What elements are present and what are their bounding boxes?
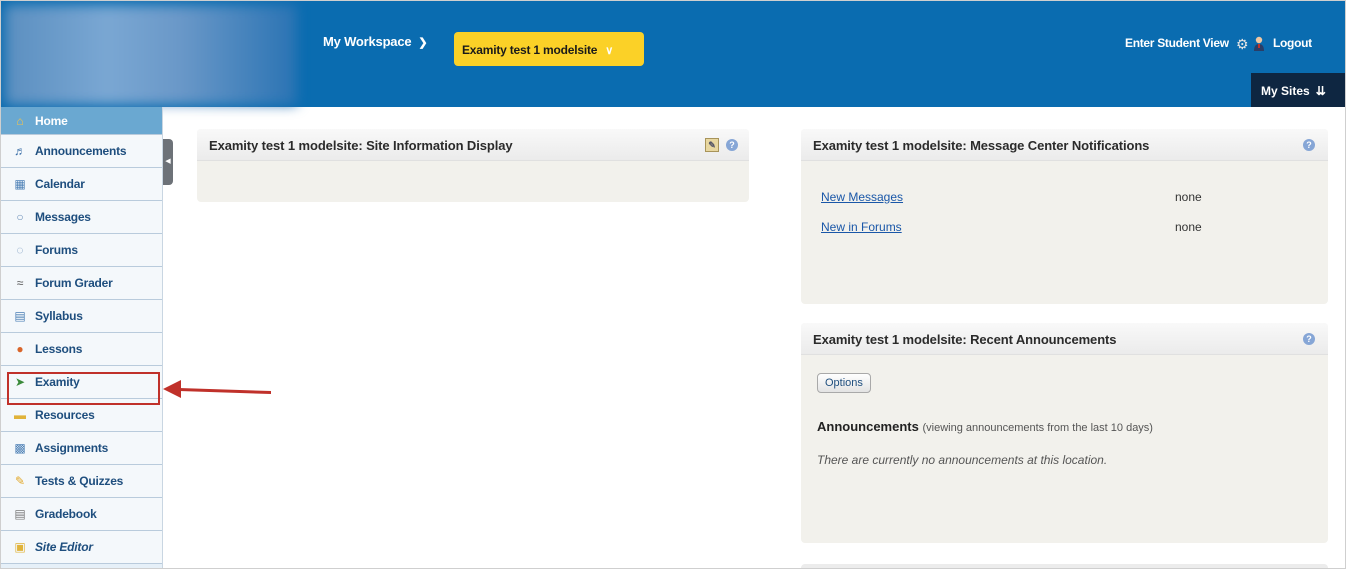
folder-icon: ▬ bbox=[14, 408, 26, 422]
sidebar-item-tests-quizzes[interactable]: ✎ Tests & Quizzes bbox=[1, 465, 162, 498]
forum-bubbles-icon: ◌ bbox=[16, 243, 24, 257]
sidebar-item-forums[interactable]: ◌ Forums bbox=[1, 234, 162, 267]
chevron-down-icon: ❯ bbox=[418, 37, 428, 49]
sidebar-item-examity[interactable]: ➤ Examity bbox=[1, 366, 162, 399]
sidebar-item-label: Syllabus bbox=[35, 309, 83, 323]
red-pointer-arrow-icon bbox=[163, 380, 271, 398]
sidebar-item-label: Tests & Quizzes bbox=[35, 474, 124, 488]
collapse-sidebar-handle[interactable]: ◀ bbox=[163, 139, 173, 185]
recent-announcements-panel: Examity test 1 modelsite: Recent Announc… bbox=[801, 323, 1328, 543]
institution-logo-blurred bbox=[5, 5, 297, 105]
gear-icon[interactable]: ⚙ bbox=[1236, 36, 1249, 53]
sidebar-item-calendar[interactable]: ▦ Calendar bbox=[1, 168, 162, 201]
examity-icon: ➤ bbox=[14, 375, 26, 389]
announcements-heading-label: Announcements bbox=[817, 419, 919, 434]
tool-sidebar: ⌂ Home ♬ Announcements ▦ Calendar ○ Mess… bbox=[1, 107, 163, 568]
home-icon: ⌂ bbox=[16, 113, 24, 128]
sidebar-item-forum-grader[interactable]: ≈ Forum Grader bbox=[1, 267, 162, 300]
announcements-heading-subtitle: (viewing announcements from the last 10 … bbox=[922, 422, 1153, 434]
my-sites-button[interactable]: My Sites ⇊ bbox=[1251, 73, 1345, 107]
sidebar-item-label: Lessons bbox=[35, 342, 83, 356]
sidebar-item-assignments[interactable]: ▩ Assignments bbox=[1, 432, 162, 465]
sidebar-item-label: Announcements bbox=[35, 144, 127, 158]
assignment-icon: ▩ bbox=[14, 441, 26, 455]
list-item: New in Forums none bbox=[821, 220, 1301, 234]
my-workspace-menu[interactable]: My Workspace ❯ bbox=[323, 34, 428, 49]
my-workspace-label: My Workspace bbox=[323, 34, 412, 49]
site-editor-icon: ▣ bbox=[14, 540, 26, 554]
app-window: My Workspace ❯ Examity test 1 modelsite ∨ … bbox=[0, 0, 1346, 569]
sidebar-item-label: Examity bbox=[35, 375, 80, 389]
calendar-icon: ▦ bbox=[14, 177, 26, 191]
options-button[interactable]: Options bbox=[817, 373, 871, 393]
double-chevron-down-icon: ⇊ bbox=[1315, 84, 1326, 98]
my-sites-label: My Sites bbox=[1261, 84, 1310, 98]
enter-student-view-link[interactable]: Enter Student View bbox=[1125, 36, 1229, 50]
current-site-menu[interactable]: Examity test 1 modelsite ∨ bbox=[454, 32, 644, 66]
panel-title-bar: Examity test 1 modelsite: Recent Announc… bbox=[801, 323, 1328, 355]
next-panel-edge bbox=[801, 564, 1328, 568]
new-messages-count: none bbox=[1175, 190, 1202, 204]
panel-title: Examity test 1 modelsite: Recent Announc… bbox=[813, 332, 1117, 347]
no-announcements-message: There are currently no announcements at … bbox=[817, 453, 1108, 467]
current-site-label: Examity test 1 modelsite bbox=[462, 43, 598, 57]
panel-title-bar: Examity test 1 modelsite: Site Informati… bbox=[197, 129, 749, 161]
sidebar-item-label: Assignments bbox=[35, 441, 109, 455]
new-messages-link[interactable]: New Messages bbox=[821, 190, 903, 204]
sidebar-item-label: Forum Grader bbox=[35, 276, 113, 290]
megaphone-icon: ♬ bbox=[14, 144, 26, 158]
speech-bubble-icon: ○ bbox=[16, 210, 24, 224]
document-icon: ▤ bbox=[14, 309, 26, 323]
panel-title: Examity test 1 modelsite: Site Informati… bbox=[209, 138, 513, 153]
sidebar-item-label: Calendar bbox=[35, 177, 85, 191]
panel-title: Examity test 1 modelsite: Message Center… bbox=[813, 138, 1150, 153]
sidebar-item-label: Site Editor bbox=[35, 540, 93, 554]
sidebar-item-lessons[interactable]: ● Lessons bbox=[1, 333, 162, 366]
sidebar-item-label: Resources bbox=[35, 408, 95, 422]
sidebar-item-label: Gradebook bbox=[35, 507, 97, 521]
sidebar-item-home[interactable]: ⌂ Home bbox=[1, 107, 162, 135]
lessons-icon: ● bbox=[16, 342, 24, 356]
sidebar-item-label: Messages bbox=[35, 210, 91, 224]
message-center-panel: Examity test 1 modelsite: Message Center… bbox=[801, 129, 1328, 304]
site-information-panel: Examity test 1 modelsite: Site Informati… bbox=[197, 129, 749, 202]
new-in-forums-link[interactable]: New in Forums bbox=[821, 220, 902, 234]
announcements-heading: Announcements (viewing announcements fro… bbox=[817, 419, 1153, 434]
sidebar-item-label: Forums bbox=[35, 243, 78, 257]
sidebar-item-label: Home bbox=[35, 113, 68, 128]
help-icon[interactable]: ? bbox=[1303, 139, 1315, 151]
gradebook-icon: ▤ bbox=[14, 507, 26, 521]
user-icon bbox=[1254, 36, 1264, 51]
help-icon[interactable]: ? bbox=[726, 139, 738, 151]
sidebar-item-site-editor[interactable]: ▣ Site Editor bbox=[1, 531, 162, 564]
panel-title-bar: Examity test 1 modelsite: Message Center… bbox=[801, 129, 1328, 161]
grader-icon: ≈ bbox=[16, 276, 24, 290]
list-item: New Messages none bbox=[821, 190, 1301, 204]
sidebar-item-resources[interactable]: ▬ Resources bbox=[1, 399, 162, 432]
help-icon[interactable]: ? bbox=[1303, 333, 1315, 345]
pencil-icon: ✎ bbox=[14, 474, 26, 488]
logout-link[interactable]: Logout bbox=[1273, 36, 1312, 50]
sidebar-item-messages[interactable]: ○ Messages bbox=[1, 201, 162, 234]
sidebar-item-gradebook[interactable]: ▤ Gradebook bbox=[1, 498, 162, 531]
new-in-forums-count: none bbox=[1175, 220, 1202, 234]
edit-icon[interactable]: ✎ bbox=[705, 138, 719, 152]
chevron-down-icon: ∨ bbox=[605, 45, 614, 57]
top-header: My Workspace ❯ Examity test 1 modelsite ∨ … bbox=[1, 1, 1345, 107]
sidebar-item-announcements[interactable]: ♬ Announcements bbox=[1, 135, 162, 168]
sidebar-item-syllabus[interactable]: ▤ Syllabus bbox=[1, 300, 162, 333]
